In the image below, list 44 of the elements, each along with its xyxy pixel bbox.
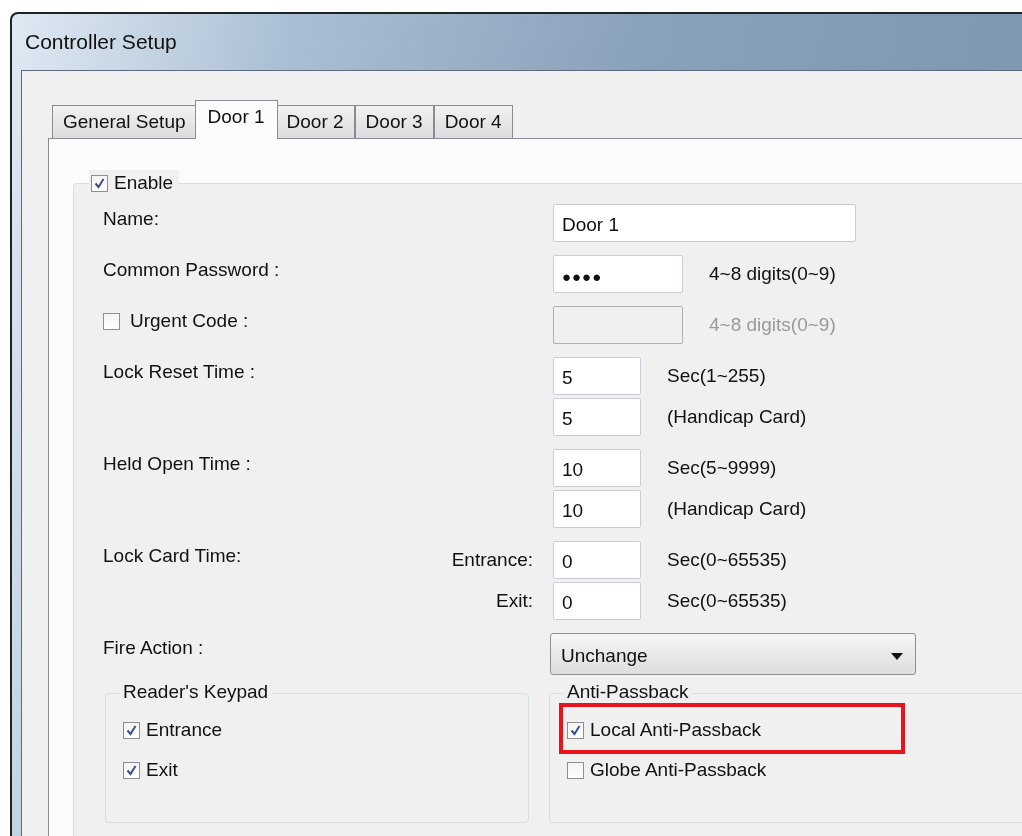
field-label: Common Password : (103, 259, 280, 281)
input-field[interactable]: 5 (553, 398, 641, 436)
field-label: Urgent Code : (130, 310, 249, 332)
hint-text: 4~8 digits(0~9) (709, 314, 836, 336)
field-label: Lock Card Time: (103, 545, 242, 567)
field-label: Entrance: (451, 549, 533, 571)
checkbox[interactable] (123, 721, 140, 739)
tab[interactable]: Door 4 (433, 105, 513, 139)
tab[interactable]: Door 1 (194, 100, 278, 139)
checkbox-label: Exit (146, 759, 178, 781)
tab[interactable]: Door 3 (354, 105, 434, 139)
field-label: Name: (103, 208, 159, 230)
field-label: Fire Action : (103, 637, 204, 659)
input-field[interactable]: 5 (553, 357, 641, 395)
hint-text: Sec(1~255) (667, 365, 766, 387)
dropdown-arrow-icon (891, 652, 903, 660)
hint-text: Sec(0~65535) (667, 549, 787, 571)
input-field[interactable]: 10 (553, 490, 641, 528)
hint-text: (Handicap Card) (667, 498, 807, 520)
input-field[interactable]: 10 (553, 449, 641, 487)
checkbox-label: Entrance (146, 719, 223, 741)
field-label: Held Open Time : (103, 453, 251, 475)
hint-text: (Handicap Card) (667, 406, 807, 428)
input-field[interactable]: 0 (553, 582, 641, 620)
checkbox[interactable] (567, 761, 584, 779)
field-label: Lock Reset Time : (103, 361, 256, 383)
checkbox-label: Globe Anti-Passback (590, 759, 767, 781)
checkbox[interactable] (567, 721, 584, 739)
checkbox-label: Enable (114, 172, 174, 194)
input-field[interactable]: 0 (553, 541, 641, 579)
tab[interactable]: Door 2 (275, 105, 355, 139)
window-title: Controller Setup (25, 30, 177, 54)
field-label: Exit: (496, 590, 533, 612)
checkbox-label: Local Anti-Passback (590, 719, 762, 741)
checkbox[interactable] (91, 174, 108, 192)
input-field[interactable]: Door 1 (553, 204, 856, 242)
hint-text: Sec(5~9999) (667, 457, 777, 479)
hint-text: Sec(0~65535) (667, 590, 787, 612)
tab[interactable]: General Setup (52, 105, 197, 139)
dropdown[interactable]: Unchange (550, 633, 916, 675)
input-field[interactable]: ●●●● (553, 255, 683, 293)
checkbox[interactable] (123, 761, 140, 779)
hint-text: 4~8 digits(0~9) (709, 263, 836, 285)
checkbox[interactable] (103, 312, 120, 330)
